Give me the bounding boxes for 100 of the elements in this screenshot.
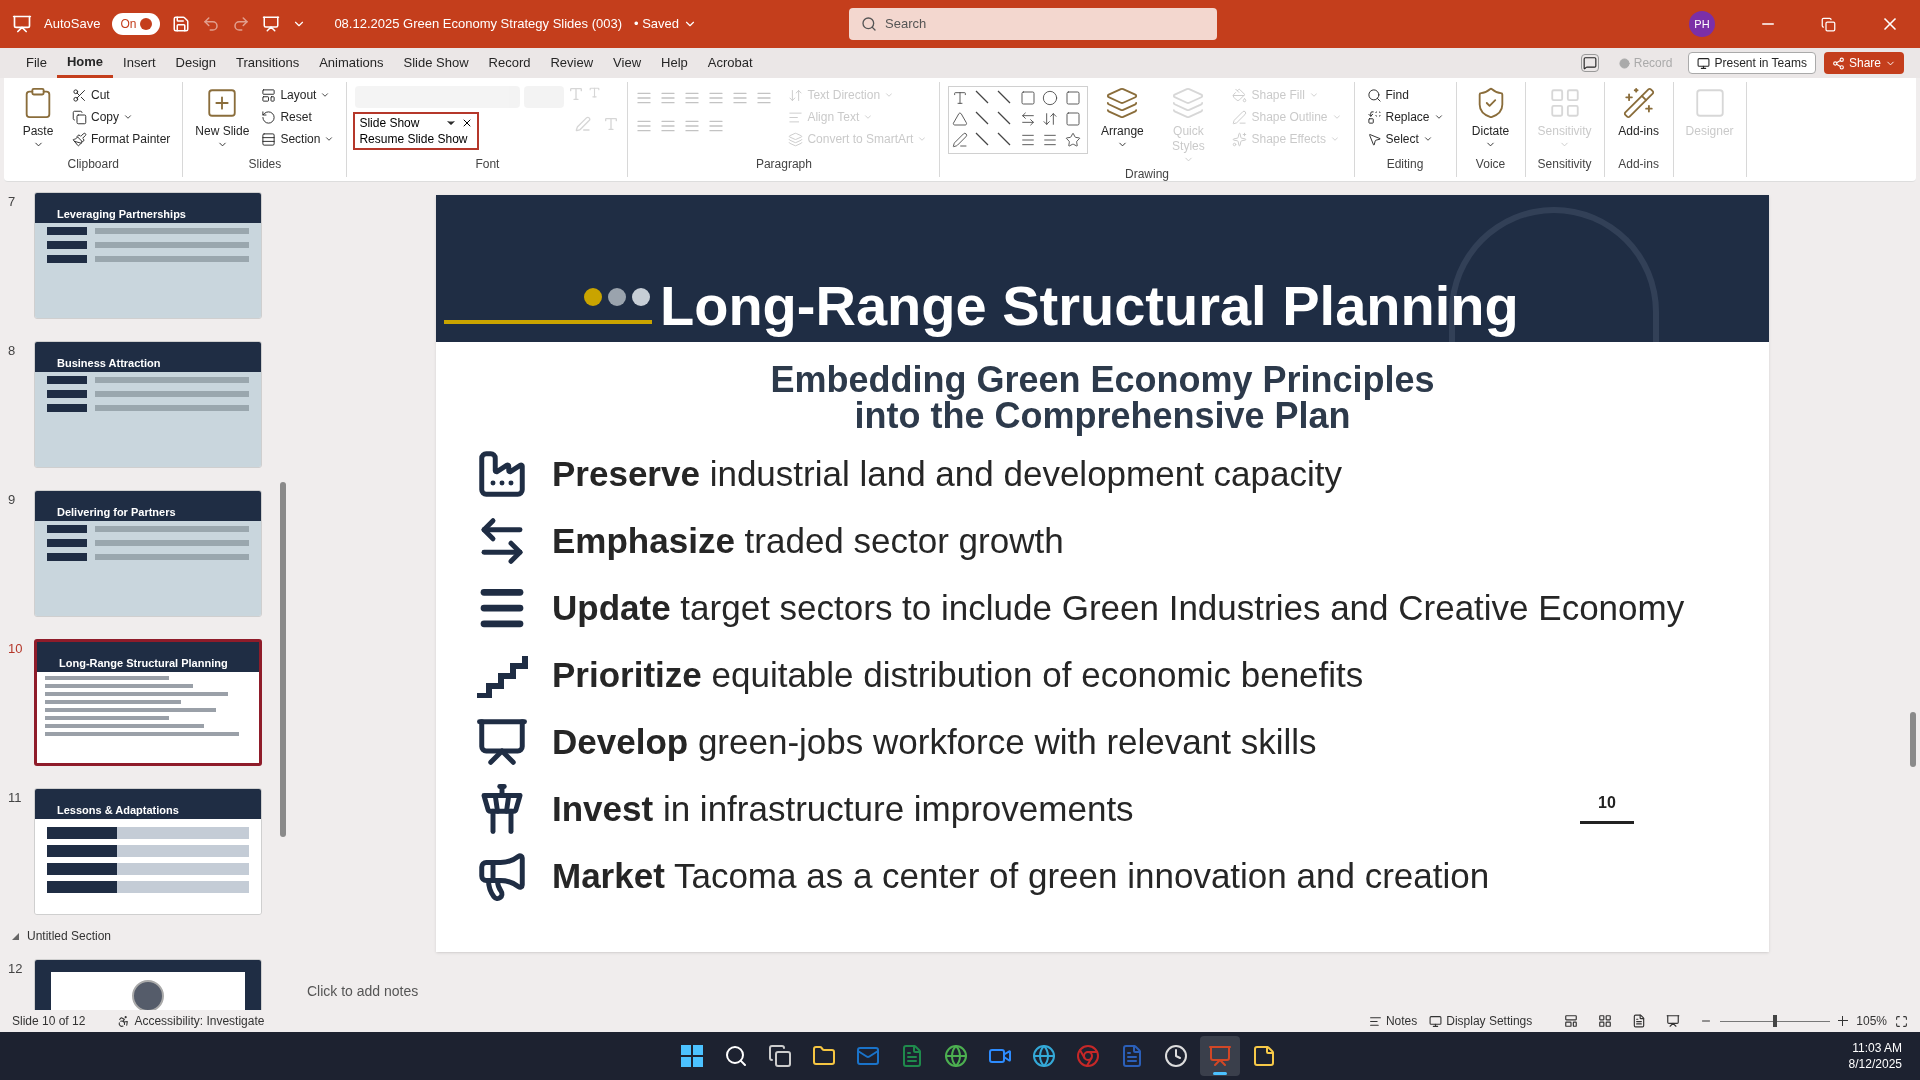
paragraph-format-icon [708, 90, 725, 106]
shape-icon [1042, 90, 1059, 106]
ribbon-button[interactable]: Section [257, 128, 339, 150]
windows-icon [767, 1044, 792, 1068]
zoom-level[interactable]: 105% [1856, 1012, 1887, 1030]
smartart-icon [788, 131, 804, 147]
menu-tab[interactable]: Acrobat [697, 48, 763, 78]
ribbon-large-button[interactable]: Arrange [1096, 82, 1149, 150]
section-icon [261, 131, 277, 147]
shapes-gallery[interactable] [948, 86, 1089, 154]
slide-thumbnail[interactable]: Leveraging Partnerships [34, 192, 262, 319]
bullet-text: Prioritize equitable distribution of economic benefits [552, 653, 1364, 696]
paragraph-format-icon [684, 118, 701, 134]
taskbar-app[interactable] [1199, 1036, 1240, 1076]
accessibility-status[interactable]: Accessibility: Investigate [117, 1012, 265, 1030]
zoom-slider-thumb[interactable] [1773, 1014, 1778, 1027]
line-shape-icon [974, 132, 989, 146]
sorter-view-icon[interactable] [1598, 1014, 1613, 1028]
shape-icon [1064, 90, 1081, 106]
menu-tab[interactable]: Design [165, 48, 227, 78]
sticky-note-icon [1251, 1044, 1276, 1068]
paint-bucket-icon [1232, 87, 1248, 103]
arrange-icon [1171, 86, 1206, 120]
slide-thumbnail[interactable]: Long-Range Structural Planning [34, 639, 262, 766]
reset-icon [261, 109, 277, 125]
ribbon-button[interactable]: Select [1362, 128, 1448, 150]
ribbon-large-button[interactable]: Dictate [1464, 82, 1517, 150]
scrollbar[interactable] [1910, 712, 1916, 767]
menu-tab[interactable]: Review [540, 48, 604, 78]
menu-tab[interactable]: Help [651, 48, 698, 78]
autosave-toggle[interactable]: On [112, 13, 161, 35]
fit-slide-icon[interactable] [1895, 1014, 1908, 1028]
zoom-in-icon[interactable] [1838, 1016, 1849, 1026]
caret-icon [1422, 134, 1433, 144]
display-icon [1429, 1014, 1443, 1028]
ribbon-button[interactable]: Copy [68, 106, 175, 128]
ribbon-button[interactable]: Replace [1362, 106, 1448, 128]
slide-thumbnail[interactable]: Business Attraction [34, 341, 262, 468]
ribbon-button[interactable]: Cut [68, 84, 175, 106]
share-button[interactable]: Share [1823, 52, 1904, 74]
collapse-triangle-icon[interactable] [12, 932, 19, 940]
menu-tab[interactable]: Record [478, 48, 541, 78]
menu-tab[interactable]: Animations [309, 48, 394, 78]
thumbnail-title: Business Attraction [57, 358, 161, 369]
ribbon-large-button[interactable]: New Slide [191, 82, 254, 150]
ribbon-button[interactable]: Find [1362, 84, 1448, 106]
notes-placeholder[interactable]: Click to add notes [307, 980, 419, 1002]
ribbon-group-label: Font [474, 156, 501, 173]
comments-icon[interactable] [1580, 54, 1599, 72]
ribbon-group-label: Sensitivity [1536, 156, 1593, 173]
slide-thumbnail[interactable]: Lessons & Adaptations [34, 788, 262, 915]
menu-tab[interactable]: Insert [113, 48, 166, 78]
thumbnail-title: Delivering for Partners [57, 507, 176, 518]
menu-tab[interactable]: Slide Show [393, 48, 479, 78]
autosave-label: AutoSave [44, 15, 101, 34]
restore-icon[interactable] [1821, 16, 1836, 32]
paragraph-format-icon [684, 90, 701, 106]
scrollbar[interactable] [280, 482, 286, 837]
search-icon [1366, 87, 1382, 103]
ribbon-group-label: Slides [247, 156, 283, 173]
user-avatar[interactable]: PH [1689, 11, 1715, 37]
search-field[interactable]: Search [849, 8, 1218, 40]
ribbon-group-label: Voice [1474, 156, 1507, 173]
slide-thumbnail[interactable]: Delivering for Partners [34, 490, 262, 617]
ribbon-large-button[interactable]: Paste [12, 82, 64, 150]
ribbon-button[interactable]: Format Painter [68, 128, 175, 150]
slide-number: 8 [8, 342, 17, 360]
page-number: 10 [1598, 793, 1616, 813]
font-color-icon [603, 116, 620, 132]
line-shape-icon [974, 90, 989, 104]
menu-tab[interactable]: View [603, 48, 652, 78]
reading-view-icon[interactable] [1632, 1014, 1647, 1028]
normal-view-icon[interactable] [1564, 1014, 1579, 1028]
scissors-icon [72, 87, 87, 103]
teams-icon [1697, 56, 1711, 70]
text-direction-icon [788, 87, 804, 103]
menu-tab[interactable]: Transitions [226, 48, 310, 78]
notes-button[interactable]: Notes [1368, 1012, 1418, 1030]
slide-number: 12 [8, 960, 24, 978]
present-in-teams-button[interactable]: Present in Teams [1688, 52, 1816, 74]
menu-tab[interactable]: File [16, 48, 57, 78]
replace-icon [1366, 109, 1382, 125]
display-settings-button[interactable]: Display Settings [1429, 1012, 1533, 1030]
ribbon-large-button[interactable]: Add-ins [1612, 82, 1665, 139]
search-icon [861, 16, 878, 32]
folder-icon [811, 1044, 836, 1068]
highlight-icon [575, 116, 592, 132]
section-header[interactable]: Untitled Section [27, 927, 112, 945]
shape-icon [1019, 90, 1036, 106]
save-icon[interactable] [172, 15, 191, 33]
caret-icon [1433, 112, 1444, 122]
ribbon-button[interactable]: Reset [257, 106, 339, 128]
bullet-text: Update target sectors to include Green Industries and Creative Economy [552, 586, 1685, 629]
slideshow-icon[interactable] [1666, 1014, 1681, 1028]
globe-icon [943, 1044, 968, 1068]
shape-icon [952, 111, 969, 127]
popup-title: Slide Show [359, 115, 420, 131]
slideshow-icon[interactable] [262, 15, 281, 33]
ribbon-button[interactable]: Layout [257, 84, 339, 106]
caret-icon [917, 134, 928, 144]
